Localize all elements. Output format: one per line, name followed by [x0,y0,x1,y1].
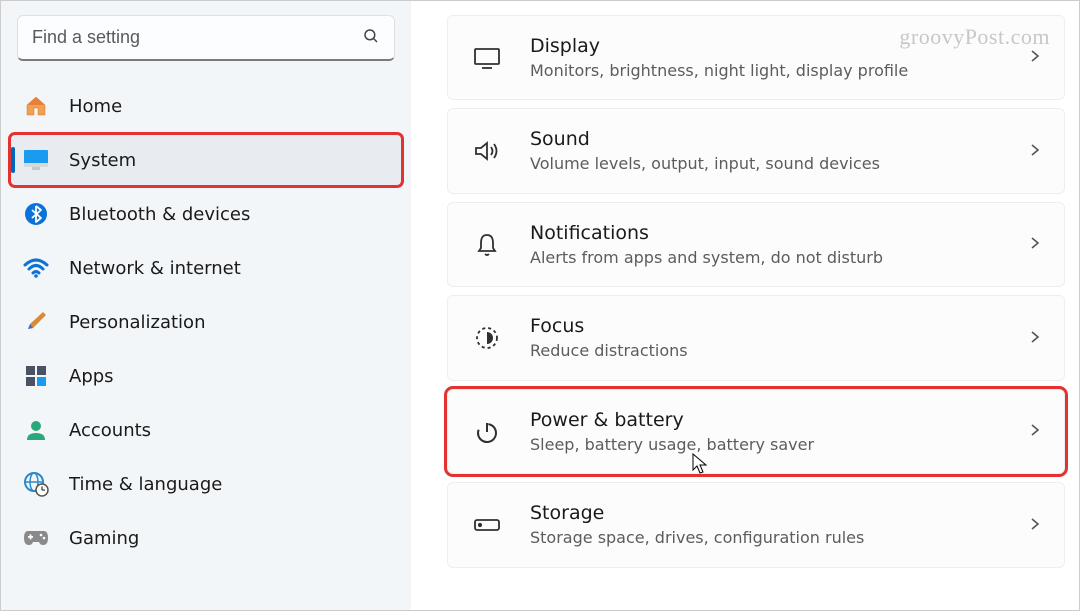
sidebar: Home System Bluetooth & devices Network … [1,1,411,610]
chevron-right-icon [1028,235,1042,254]
sidebar-nav: Home System Bluetooth & devices Network … [1,79,411,565]
search-icon [362,27,380,49]
accounts-icon [23,417,49,443]
display-icon [470,41,504,75]
card-focus[interactable]: Focus Reduce distractions [447,295,1065,380]
chevron-right-icon [1028,142,1042,161]
sidebar-item-label: Home [69,96,122,117]
card-subtitle: Volume levels, output, input, sound devi… [530,154,1028,175]
system-icon [23,147,49,173]
card-title: Focus [530,314,1028,339]
sidebar-item-personalization[interactable]: Personalization [9,295,403,349]
sound-icon [470,134,504,168]
sidebar-item-label: Network & internet [69,258,241,279]
card-title: Display [530,34,1028,59]
sidebar-item-label: Personalization [69,312,205,333]
card-subtitle: Reduce distractions [530,341,1028,362]
card-power-battery[interactable]: Power & battery Sleep, battery usage, ba… [447,389,1065,474]
home-icon [23,93,49,119]
sidebar-item-home[interactable]: Home [9,79,403,133]
sidebar-item-apps[interactable]: Apps [9,349,403,403]
sidebar-item-label: Gaming [69,528,139,549]
card-subtitle: Storage space, drives, configuration rul… [530,528,1028,549]
card-subtitle: Sleep, battery usage, battery saver [530,435,1028,456]
card-title: Sound [530,127,1028,152]
chevron-right-icon [1028,516,1042,535]
sidebar-item-accounts[interactable]: Accounts [9,403,403,457]
card-display[interactable]: Display Monitors, brightness, night ligh… [447,15,1065,100]
chevron-right-icon [1028,422,1042,441]
sidebar-item-system[interactable]: System [9,133,403,187]
search-input[interactable] [32,27,362,48]
sidebar-item-network[interactable]: Network & internet [9,241,403,295]
bell-icon [470,228,504,262]
paintbrush-icon [23,309,49,335]
sidebar-item-label: Time & language [69,474,222,495]
bluetooth-icon [23,201,49,227]
card-storage[interactable]: Storage Storage space, drives, configura… [447,482,1065,567]
card-title: Power & battery [530,408,1028,433]
card-subtitle: Monitors, brightness, night light, displ… [530,61,1028,82]
focus-icon [470,321,504,355]
sidebar-item-bluetooth[interactable]: Bluetooth & devices [9,187,403,241]
sidebar-item-time-language[interactable]: Time & language [9,457,403,511]
storage-icon [470,508,504,542]
chevron-right-icon [1028,329,1042,348]
sidebar-item-label: System [69,150,136,171]
globe-clock-icon [23,471,49,497]
main-content: Display Monitors, brightness, night ligh… [411,1,1079,610]
wifi-icon [23,255,49,281]
card-title: Notifications [530,221,1028,246]
gamepad-icon [23,525,49,551]
sidebar-item-label: Apps [69,366,114,387]
settings-window: Home System Bluetooth & devices Network … [0,0,1080,611]
card-title: Storage [530,501,1028,526]
card-notifications[interactable]: Notifications Alerts from apps and syste… [447,202,1065,287]
card-subtitle: Alerts from apps and system, do not dist… [530,248,1028,269]
sidebar-item-gaming[interactable]: Gaming [9,511,403,565]
card-sound[interactable]: Sound Volume levels, output, input, soun… [447,108,1065,193]
sidebar-item-label: Bluetooth & devices [69,204,250,225]
power-icon [470,415,504,449]
search-box[interactable] [17,15,395,61]
apps-icon [23,363,49,389]
chevron-right-icon [1028,48,1042,67]
sidebar-item-label: Accounts [69,420,151,441]
